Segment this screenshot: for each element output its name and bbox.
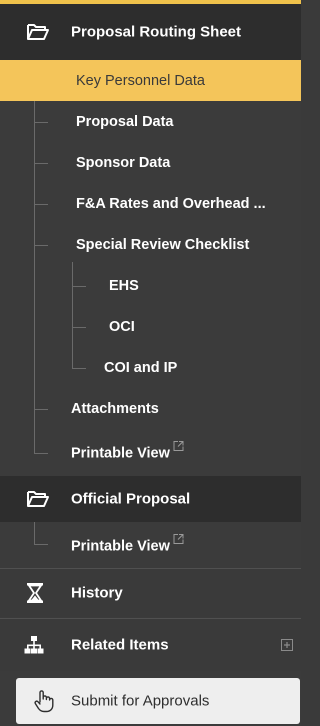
section-official-proposal[interactable]: Official Proposal	[0, 476, 301, 522]
tree-item-official-printable-view[interactable]: Printable View	[0, 523, 301, 564]
plus-square-icon[interactable]	[281, 639, 293, 651]
nav-item-label: Related Items	[71, 636, 169, 654]
tree-item-label: Printable View	[71, 538, 170, 554]
tree-item-printable-view[interactable]: Printable View	[0, 430, 301, 471]
tree-item-label: OCI	[109, 318, 135, 335]
tree-item-oci[interactable]: OCI	[0, 306, 301, 347]
folder-open-icon	[27, 24, 49, 40]
tree-item-fa-rates[interactable]: F&A Rates and Overhead ...	[0, 183, 301, 224]
tree-item-label-wrap: Printable View	[71, 533, 184, 554]
nav-item-label: History	[71, 584, 123, 602]
navigation-sidebar: Proposal Routing Sheet Key Personnel Dat…	[0, 0, 301, 726]
nav-item-related-items[interactable]: Related Items	[0, 619, 301, 671]
external-link-icon	[173, 533, 184, 544]
tree-item-attachments[interactable]: Attachments	[0, 388, 301, 429]
tree-item-label: Sponsor Data	[76, 154, 171, 171]
tree-item-label: Attachments	[71, 400, 159, 417]
tree-item-label: COI and IP	[104, 359, 178, 376]
tree-item-sponsor-data[interactable]: Sponsor Data	[0, 142, 301, 183]
sitemap-icon	[24, 636, 44, 654]
external-link-icon	[173, 440, 184, 451]
tree-item-ehs[interactable]: EHS	[0, 265, 301, 306]
tree-item-label: Special Review Checklist	[76, 236, 250, 253]
section-label: Official Proposal	[71, 490, 191, 508]
tree-item-proposal-data[interactable]: Proposal Data	[0, 101, 301, 142]
tree-item-label-wrap: Printable View	[71, 440, 184, 461]
nav-item-history[interactable]: History	[0, 569, 301, 617]
submit-button-label: Submit for Approvals	[71, 692, 210, 710]
section-proposal-routing-sheet[interactable]: Proposal Routing Sheet	[0, 4, 301, 60]
tree-item-label: Proposal Data	[76, 113, 174, 130]
tree-item-coi-and-ip[interactable]: COI and IP	[0, 347, 301, 388]
hand-pointer-icon	[34, 690, 54, 713]
tree-item-label: F&A Rates and Overhead ...	[76, 195, 266, 212]
hourglass-icon	[27, 583, 43, 603]
folder-open-icon	[27, 491, 49, 507]
submit-for-approvals-button[interactable]: Submit for Approvals	[16, 678, 300, 724]
tree-item-key-personnel-data[interactable]: Key Personnel Data	[0, 60, 301, 101]
tree-item-label: EHS	[109, 277, 139, 294]
section-label: Proposal Routing Sheet	[71, 23, 242, 41]
tree-item-special-review-checklist[interactable]: Special Review Checklist	[0, 224, 301, 265]
tree-item-label: Printable View	[71, 445, 170, 461]
tree-item-label: Key Personnel Data	[76, 72, 205, 89]
